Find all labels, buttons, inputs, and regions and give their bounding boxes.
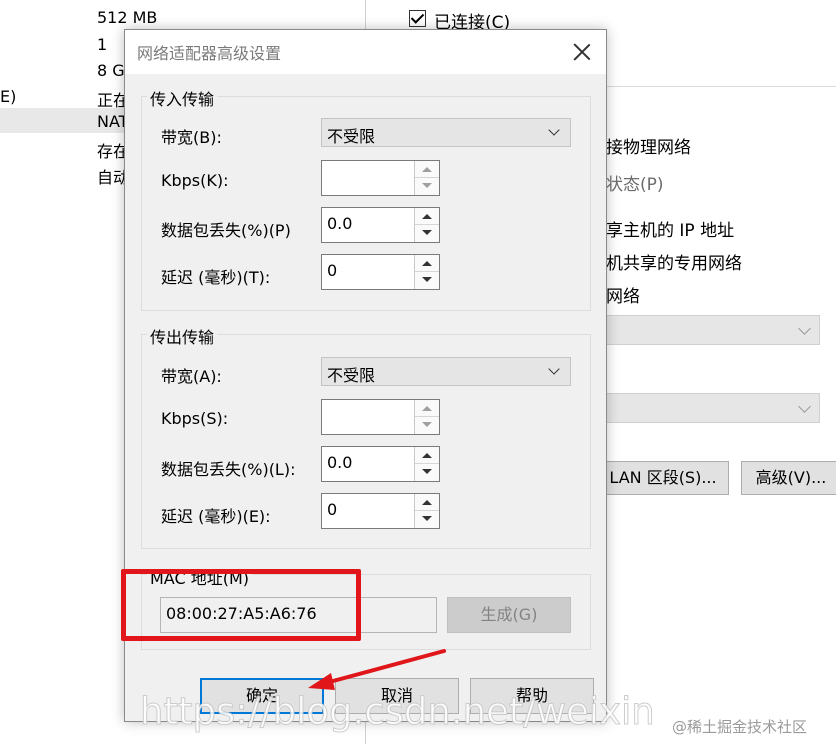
- community-watermark: @稀土掘金技术社区: [672, 718, 808, 736]
- red-arrow-icon: [308, 649, 446, 690]
- csdn-watermark: https://blog.csdn.net/weixin: [140, 690, 656, 734]
